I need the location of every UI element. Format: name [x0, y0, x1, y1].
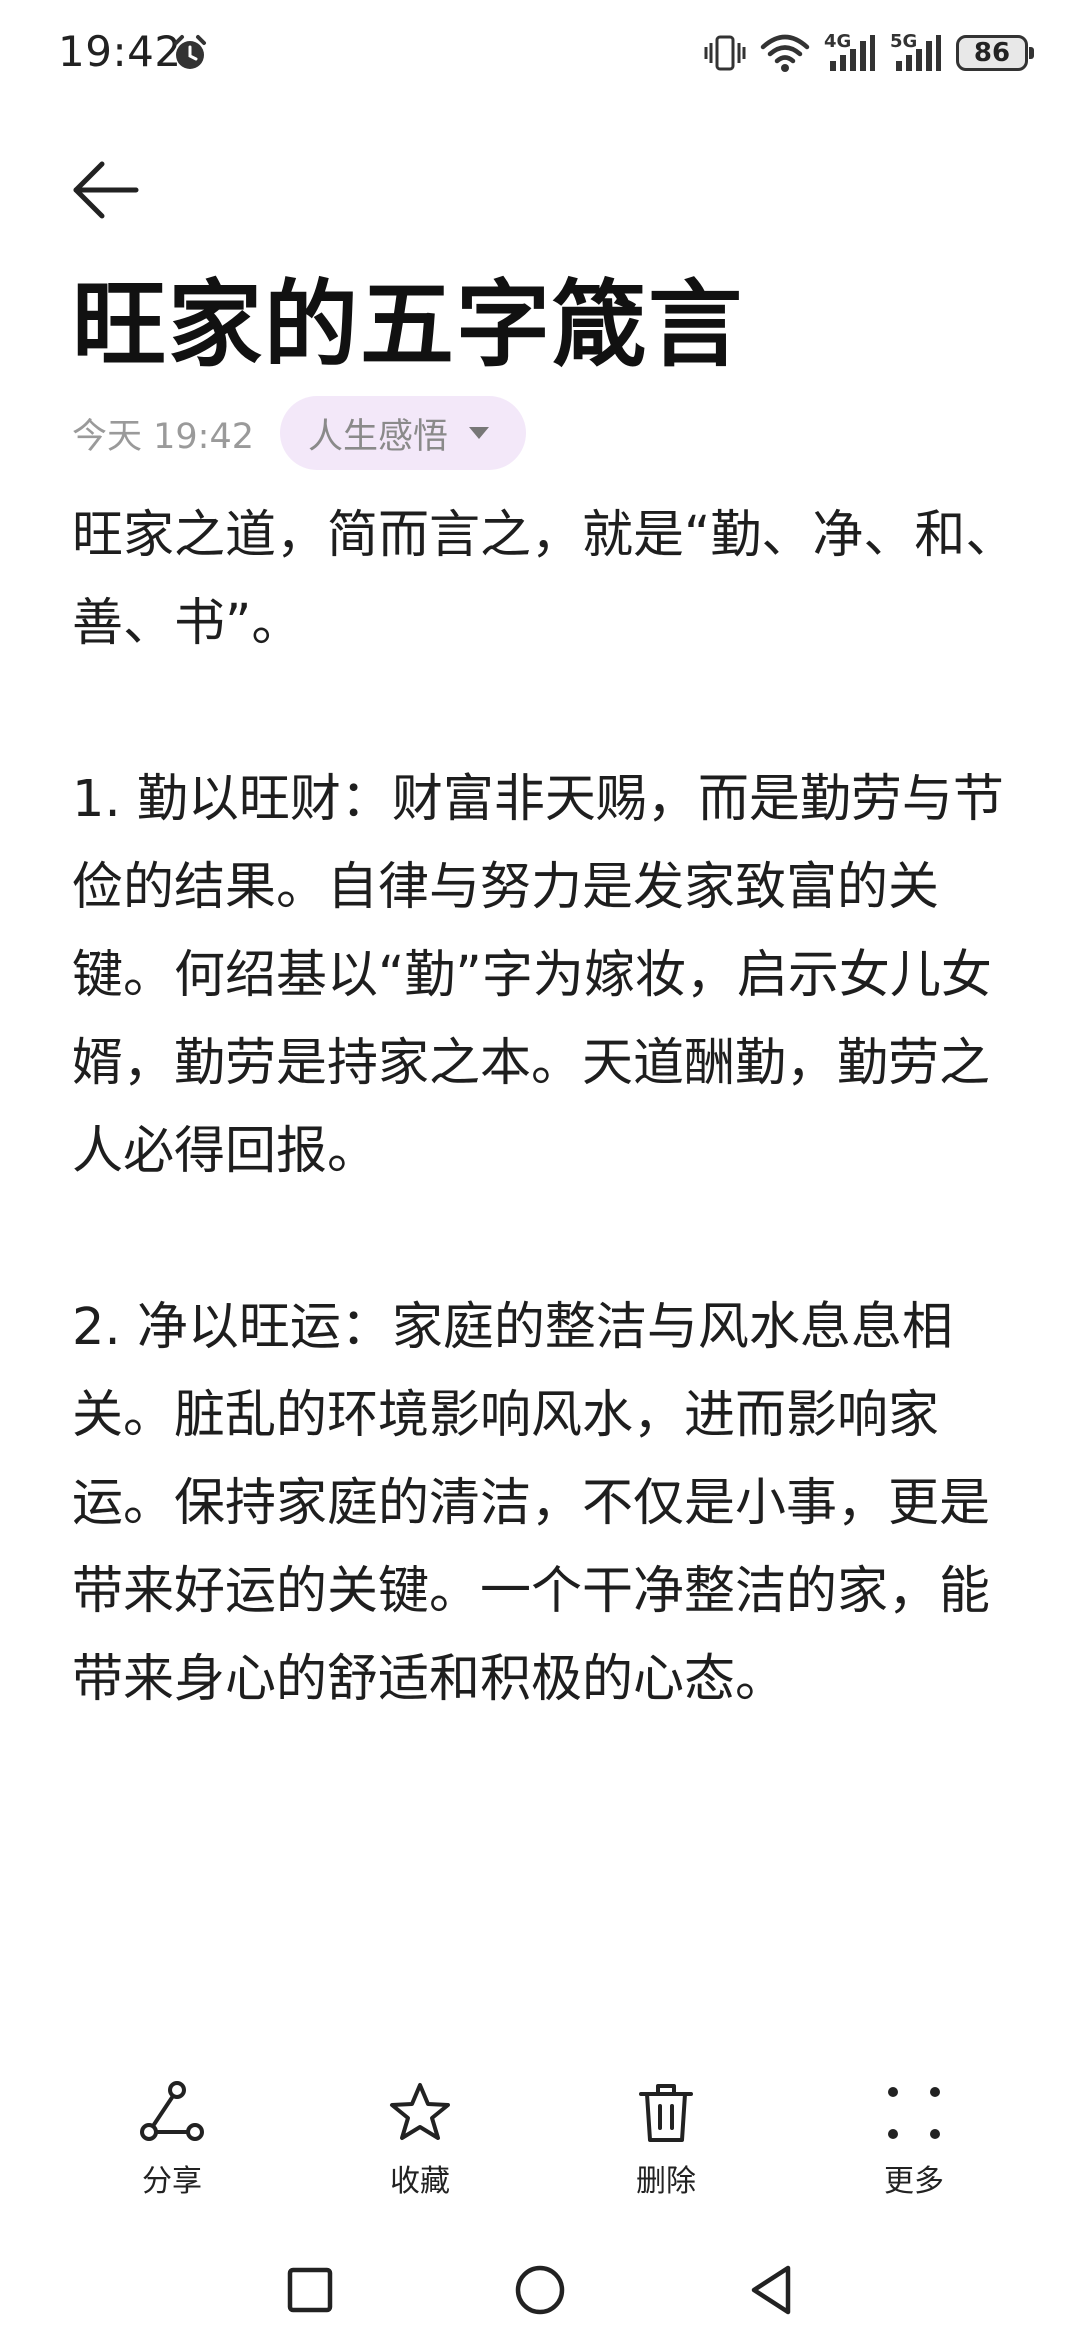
signal-4g-icon: 4G — [824, 31, 876, 73]
signal-5g-icon: 5G — [890, 31, 942, 73]
share-label: 分享 — [142, 2164, 202, 2199]
note-date: 今天 19:42 — [72, 416, 254, 457]
star-icon — [390, 2083, 450, 2140]
favorite-button[interactable]: 收藏 — [340, 2080, 500, 2210]
home-icon[interactable] — [510, 2260, 570, 2320]
note-paragraph-intro: 旺家之道，简而言之，就是“勤、净、和、善、书”。 — [72, 506, 1017, 653]
note-body[interactable]: 旺家之道，简而言之，就是“勤、净、和、善、书”。 1. 勤以旺财：财富非天赐，而… — [72, 492, 1022, 1724]
category-selector[interactable]: 人生感悟 — [280, 396, 527, 470]
note-paragraph-jing: 2. 净以旺运：家庭的整洁与风水息息相关。脏乱的环境影响风水，进而影响家运。保持… — [72, 1298, 991, 1709]
status-bar: 19:42 4G 5G 86 — [0, 0, 1080, 110]
system-nav-bar — [0, 2240, 1080, 2340]
share-button[interactable]: 分享 — [92, 2080, 252, 2210]
status-time: 19:42 — [58, 27, 182, 76]
note-title[interactable]: 旺家的五字箴言 — [72, 270, 744, 382]
recents-icon[interactable] — [280, 2260, 340, 2320]
category-label: 人生感悟 — [308, 416, 449, 457]
battery-indicator: 86 — [956, 35, 1034, 71]
trash-icon — [639, 2084, 693, 2142]
status-icons: 4G 5G 86 — [704, 30, 1034, 76]
back-button[interactable] — [66, 150, 146, 230]
battery-level: 86 — [973, 38, 1011, 68]
more-dots-icon — [888, 2087, 940, 2139]
wifi-icon — [760, 34, 810, 72]
note-paragraph-qin: 1. 勤以旺财：财富非天赐，而是勤劳与节俭的结果。自律与努力是发家致富的关键。何… — [72, 770, 1004, 1181]
delete-label: 删除 — [636, 2164, 696, 2199]
vibrate-icon — [704, 35, 746, 71]
note-meta: 今天 19:42 人生感悟 — [72, 396, 527, 470]
more-label: 更多 — [884, 2164, 944, 2199]
share-icon — [140, 2081, 204, 2141]
delete-button[interactable]: 删除 — [586, 2080, 746, 2210]
chevron-down-icon — [469, 427, 490, 439]
back-nav-icon[interactable] — [742, 2260, 802, 2320]
alarm-icon — [174, 35, 206, 69]
arrow-left-icon — [73, 161, 139, 219]
favorite-label: 收藏 — [390, 2164, 450, 2199]
more-button[interactable]: 更多 — [834, 2080, 994, 2210]
bottom-toolbar: 分享 收藏 删除 更多 — [0, 2080, 1080, 2210]
